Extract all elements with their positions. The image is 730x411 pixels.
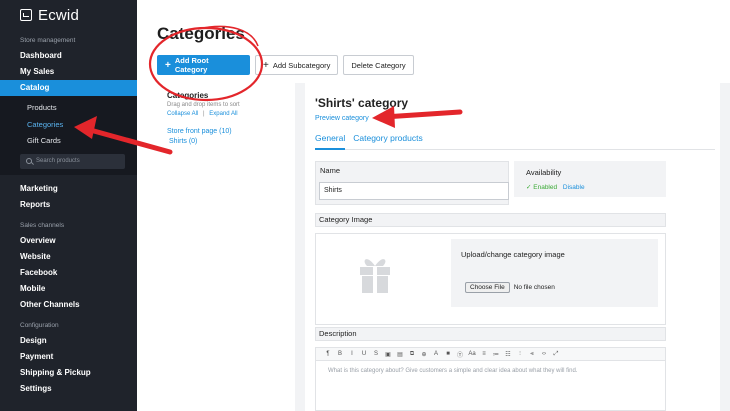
add-subcategory-label: Add Subcategory (272, 60, 331, 70)
plus-icon: + (263, 59, 269, 71)
sidebar-search-placeholder: Search products (36, 158, 80, 164)
sidebar-item-settings[interactable]: Settings (0, 381, 137, 397)
sidebar-search-input[interactable]: Search products (20, 153, 125, 169)
tab-general[interactable]: General (315, 133, 346, 150)
sidebar-item-design[interactable]: Design (0, 333, 137, 349)
sidebar-item-gift-cards[interactable]: Gift Cards (0, 133, 137, 150)
tree-hint: Drag and drop items to sort (167, 102, 240, 108)
editor-toolbar-button[interactable]: ⊕ (418, 351, 430, 358)
availability-label: Availability (526, 168, 562, 177)
link-separator: | (203, 111, 205, 117)
expand-all-link[interactable]: Expand All (209, 111, 237, 117)
editor-toolbar-button[interactable]: ☷ (502, 351, 514, 358)
delete-category-button[interactable]: Delete Category (343, 55, 414, 75)
section-title-store-management: Store management (20, 37, 76, 44)
editor-toolbar-button[interactable]: Aa (466, 351, 478, 357)
upload-box: Upload/change category image Choose File… (451, 239, 658, 307)
category-tabs: General Category products (315, 133, 715, 150)
category-tree-pane: Categories Drag and drop items to sort C… (167, 91, 292, 145)
sidebar-item-my-sales[interactable]: My Sales (0, 64, 137, 80)
editor-toolbar-button[interactable]: U (358, 351, 370, 357)
editor-toolbar-button[interactable]: ⧉ (406, 351, 418, 358)
tree-item-store-front[interactable]: Store front page (10) (167, 128, 292, 135)
editor-toolbar: ¶ B I U S ▣ ▤ ⧉ ⊕ A ■ Ⓣ Aa ≡ ≔ ☷ ⫶ ⫷ ‹› ⤢ (316, 348, 665, 361)
editor-toolbar-button[interactable]: ▣ (382, 351, 394, 358)
brand[interactable]: Ecwid (0, 0, 137, 30)
sidebar-item-facebook[interactable]: Facebook (0, 265, 137, 281)
section-title-sales-channels: Sales channels (20, 221, 65, 229)
enabled-status: ✓ Enabled (526, 184, 558, 191)
name-label: Name (320, 166, 341, 175)
plus-icon: + (165, 59, 171, 71)
search-icon (26, 158, 32, 164)
category-toolbar: + Add Root Category + Add Subcategory De… (157, 55, 419, 75)
add-root-category-label: Add Root Category (174, 56, 209, 74)
disable-link[interactable]: Disable (563, 184, 585, 191)
sidebar: Ecwid Store management Dashboard My Sale… (0, 0, 137, 411)
no-file-text: No file chosen (513, 284, 555, 291)
sidebar-item-marketing[interactable]: Marketing (0, 181, 137, 197)
name-section: Name Shirts (315, 161, 509, 205)
editor-toolbar-button[interactable]: ≔ (490, 351, 502, 358)
preview-category-link[interactable]: Preview category (315, 115, 369, 122)
category-editor: 'Shirts' category Preview category Gener… (305, 83, 720, 411)
tree-item-shirts[interactable]: Shirts (0) (169, 138, 292, 145)
category-image-area: Upload/change category image Choose File… (315, 233, 666, 325)
editor-toolbar-button[interactable]: ■ (442, 351, 454, 357)
category-editor-pane: 'Shirts' category Preview category Gener… (295, 83, 730, 411)
editor-toolbar-button[interactable]: A (430, 351, 442, 357)
ecwid-logo-icon (20, 9, 32, 21)
editor-toolbar-button[interactable]: B (334, 351, 346, 357)
name-field[interactable]: Shirts (319, 182, 509, 200)
category-title: 'Shirts' category (315, 96, 409, 110)
editor-toolbar-button[interactable]: ▤ (394, 351, 406, 358)
editor-toolbar-button[interactable]: ≡ (478, 351, 490, 357)
description-header: Description (315, 327, 666, 341)
sidebar-item-other-channels[interactable]: Other Channels (0, 297, 137, 313)
tree-links: Collapse All | Expand All (167, 111, 292, 117)
availability-section: Availability ✓ Enabled Disable (514, 161, 666, 197)
tab-category-products[interactable]: Category products (353, 133, 422, 150)
description-placeholder: What is this category about? Give custom… (328, 368, 578, 374)
brand-name: Ecwid (38, 6, 80, 24)
editor-toolbar-button[interactable]: ‹› (538, 351, 550, 357)
sidebar-item-catalog[interactable]: Catalog (0, 80, 137, 96)
availability-status: ✓ Enabled Disable (526, 183, 585, 191)
delete-category-label: Delete Category (351, 60, 406, 70)
add-subcategory-button[interactable]: + Add Subcategory (255, 55, 339, 75)
sidebar-item-website[interactable]: Website (0, 249, 137, 265)
catalog-submenu: Products Categories Gift Cards Search pr… (0, 96, 137, 175)
sidebar-item-overview[interactable]: Overview (0, 233, 137, 249)
file-picker: Choose File No file chosen (465, 282, 555, 293)
editor-toolbar-button[interactable]: I (346, 351, 358, 357)
sidebar-item-products[interactable]: Products (0, 100, 137, 117)
collapse-all-link[interactable]: Collapse All (167, 111, 198, 117)
description-editor[interactable]: ¶ B I U S ▣ ▤ ⧉ ⊕ A ■ Ⓣ Aa ≡ ≔ ☷ ⫶ ⫷ ‹› ⤢ What is this cate… (315, 347, 666, 411)
sidebar-item-reports[interactable]: Reports (0, 197, 137, 213)
add-root-category-button[interactable]: + Add Root Category (157, 55, 250, 75)
sidebar-item-mobile[interactable]: Mobile (0, 281, 137, 297)
editor-toolbar-button[interactable]: ⤢ (550, 351, 562, 358)
page-title: Categories (157, 24, 245, 43)
upload-title: Upload/change category image (461, 250, 565, 259)
editor-toolbar-button[interactable]: Ⓣ (454, 350, 466, 359)
editor-toolbar-button[interactable]: S (370, 351, 382, 357)
gift-placeholder-icon (360, 259, 390, 293)
editor-toolbar-button[interactable]: ⫷ (526, 351, 538, 358)
sidebar-item-dashboard[interactable]: Dashboard (0, 48, 137, 64)
category-image-header: Category Image (315, 213, 666, 227)
main-content: Categories + Add Root Category + Add Sub… (137, 0, 730, 411)
choose-file-button[interactable]: Choose File (465, 282, 510, 293)
sidebar-item-categories[interactable]: Categories (0, 117, 137, 134)
tree-title: Categories (167, 91, 209, 100)
section-title-configuration: Configuration (20, 321, 59, 329)
sidebar-item-shipping-pickup[interactable]: Shipping & Pickup (0, 365, 137, 381)
sidebar-item-payment[interactable]: Payment (0, 349, 137, 365)
editor-toolbar-button[interactable]: ¶ (322, 351, 334, 357)
editor-toolbar-button[interactable]: ⫶ (514, 351, 526, 358)
